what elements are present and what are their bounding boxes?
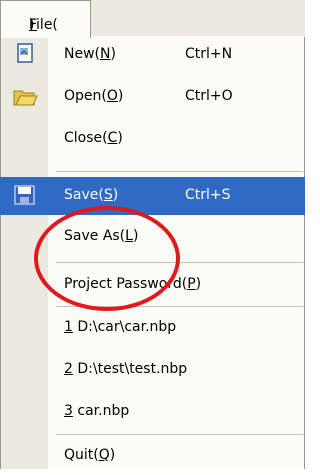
menu-item-project-password[interactable]: Project Password(P)	[0, 266, 305, 304]
menu-item-new[interactable]: New(N) Ctrl+N	[0, 36, 305, 74]
menu-separator	[56, 171, 303, 172]
save-as-label: Save As(L)	[64, 228, 139, 244]
new-document-icon	[17, 43, 33, 63]
close-label: Close(C)	[64, 130, 123, 146]
new-label: New(N)	[64, 46, 116, 62]
menu-separator	[56, 434, 303, 435]
menu-item-close[interactable]: Close(C)	[0, 120, 305, 158]
menu-separator	[56, 306, 303, 307]
menu-item-save[interactable]: Save(S) Ctrl+S	[0, 177, 305, 215]
save-label: Save(S)	[64, 187, 119, 203]
menu-item-quit[interactable]: Quit(Q)	[0, 437, 305, 475]
project-password-label: Project Password(P)	[64, 276, 202, 292]
open-folder-icon	[13, 90, 38, 106]
recent-file-label: 2 D:\test\test.nbp	[64, 361, 188, 377]
open-shortcut: Ctrl+O	[185, 88, 233, 104]
file-menu-title[interactable]: File(F)	[0, 0, 91, 38]
floppy-disk-icon	[14, 185, 35, 205]
menu-item-recent-file[interactable]: 1 D:\car\car.nbp	[0, 309, 305, 347]
recent-file-label: 1 D:\car\car.nbp	[64, 319, 177, 335]
menu-item-save-as[interactable]: Save As(L)	[0, 218, 305, 256]
quit-label: Quit(Q)	[64, 447, 116, 463]
menu-separator	[56, 262, 303, 263]
new-shortcut: Ctrl+N	[185, 46, 233, 62]
menu-item-recent-file[interactable]: 3 car.nbp	[0, 393, 305, 431]
menu-item-open[interactable]: Open(O) Ctrl+O	[0, 78, 305, 116]
recent-file-label: 3 car.nbp	[64, 403, 130, 419]
menu-item-recent-file[interactable]: 2 D:\test\test.nbp	[0, 351, 305, 389]
save-shortcut: Ctrl+S	[185, 187, 231, 203]
open-label: Open(O)	[64, 88, 124, 104]
